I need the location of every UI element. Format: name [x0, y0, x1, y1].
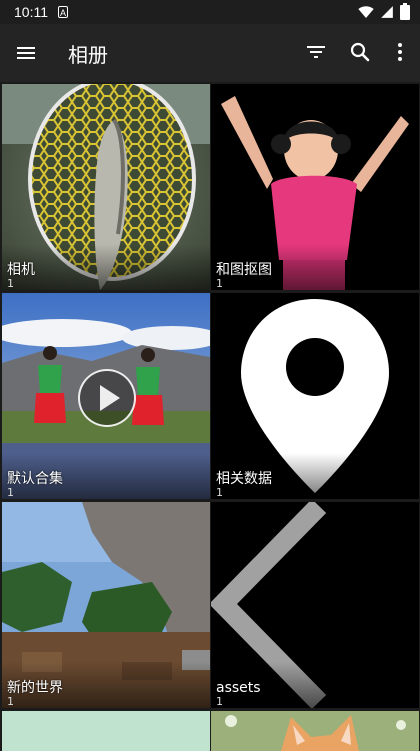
- album-tile-assets[interactable]: assets 1: [211, 502, 419, 708]
- status-bar: 10:11 A: [0, 0, 420, 24]
- status-icons: [358, 3, 410, 20]
- album-tile-partial-left[interactable]: [2, 711, 210, 751]
- play-icon[interactable]: [78, 369, 136, 427]
- album-caption: assets 1: [211, 662, 419, 708]
- album-cover-cat: [211, 711, 419, 751]
- status-time: 10:11: [14, 4, 48, 20]
- album-count: 1: [216, 486, 223, 499]
- album-name: 和图抠图: [216, 262, 272, 278]
- album-count: 1: [216, 277, 223, 290]
- wifi-icon: [358, 5, 374, 18]
- album-name: assets: [216, 680, 261, 696]
- app-toolbar: 相册: [0, 24, 420, 82]
- album-count: 1: [7, 486, 14, 499]
- menu-icon[interactable]: [14, 41, 38, 65]
- album-count: 1: [7, 695, 14, 708]
- search-icon[interactable]: [348, 40, 372, 64]
- album-name: 相机: [7, 262, 35, 278]
- album-caption: 相机 1: [2, 244, 210, 290]
- album-tile-default[interactable]: 默认合集 1: [2, 293, 210, 499]
- album-name: 相关数据: [216, 471, 272, 487]
- album-caption: 新的世界 1: [2, 662, 210, 708]
- album-caption: 相关数据 1: [211, 453, 419, 499]
- filter-icon[interactable]: [304, 40, 328, 64]
- album-cover-partial: [2, 711, 210, 751]
- page-title: 相册: [68, 43, 108, 67]
- signal-icon: [381, 5, 393, 18]
- album-caption: 默认合集 1: [2, 453, 210, 499]
- album-tile-camera[interactable]: 相机 1: [2, 84, 210, 290]
- album-count: 1: [7, 277, 14, 290]
- album-tile-partial-right[interactable]: [211, 711, 419, 751]
- battery-icon: [400, 3, 410, 20]
- album-caption: 和图抠图 1: [211, 244, 419, 290]
- album-tile-new-world[interactable]: 新的世界 1: [2, 502, 210, 708]
- album-name: 新的世界: [7, 680, 63, 696]
- album-tile-cutout[interactable]: 和图抠图 1: [211, 84, 419, 290]
- album-tile-data[interactable]: 相关数据 1: [211, 293, 419, 499]
- more-vert-icon[interactable]: [388, 40, 412, 64]
- album-count: 1: [216, 695, 223, 708]
- album-name: 默认合集: [7, 471, 63, 487]
- notification-app-icon: A: [58, 6, 68, 18]
